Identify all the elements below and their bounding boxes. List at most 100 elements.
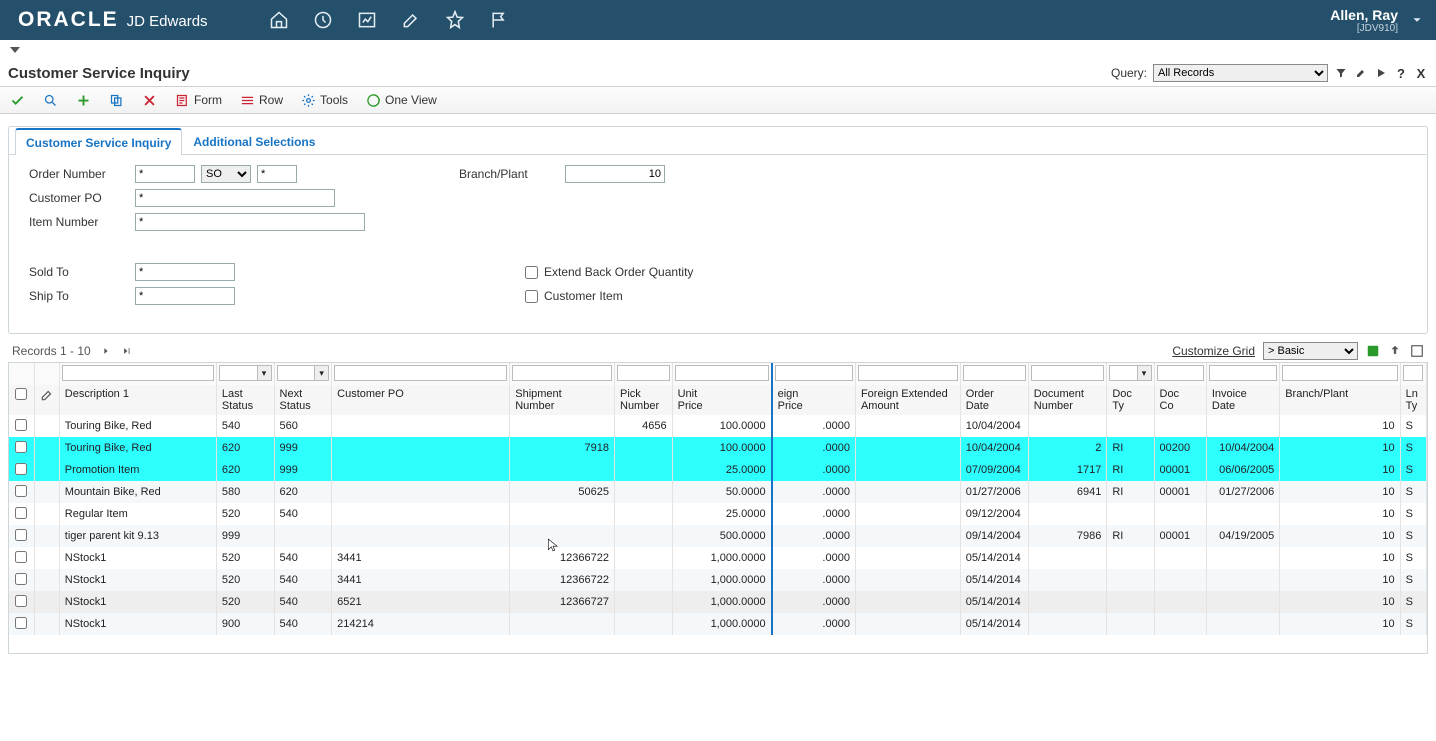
query-filter-icon[interactable] xyxy=(1334,66,1348,80)
filter-lnty-input[interactable] xyxy=(1403,365,1423,381)
row-checkbox[interactable] xyxy=(15,441,27,453)
chart-icon[interactable] xyxy=(356,9,378,31)
toolbar-copy-button[interactable] xyxy=(105,91,128,110)
col-foreignext[interactable]: Foreign ExtendedAmount xyxy=(861,388,955,412)
grid-mode-select[interactable]: > Basic xyxy=(1263,342,1358,360)
filter-unitprice-input[interactable] xyxy=(675,365,769,381)
table-row[interactable]: NStock15205403441123667221,000.0000.0000… xyxy=(9,547,1427,569)
filter-desc-input[interactable] xyxy=(62,365,214,381)
order-type-select[interactable]: SO xyxy=(201,165,251,183)
col-docco[interactable]: DocCo xyxy=(1160,388,1201,412)
order-number-input[interactable] xyxy=(135,165,195,183)
star-icon[interactable] xyxy=(444,9,466,31)
user-menu-chevron-icon[interactable] xyxy=(1406,9,1428,31)
col-lnty[interactable]: LnTy xyxy=(1406,388,1421,412)
col-eignprice[interactable]: eignPrice xyxy=(778,388,850,412)
row-checkbox[interactable] xyxy=(15,595,27,607)
user-area[interactable]: Allen, Ray [JDV910] xyxy=(1330,7,1428,34)
col-desc[interactable]: Description 1 xyxy=(65,388,211,400)
customize-grid-link[interactable]: Customize Grid xyxy=(1172,344,1255,358)
query-edit-icon[interactable] xyxy=(1354,66,1368,80)
filter-docty-dd-icon[interactable]: ▾ xyxy=(1138,365,1152,381)
col-docty[interactable]: DocTy xyxy=(1112,388,1148,412)
row-checkbox[interactable] xyxy=(15,573,27,585)
col-shipment[interactable]: ShipmentNumber xyxy=(515,388,609,412)
query-help-icon[interactable]: ? xyxy=(1394,66,1408,80)
item-number-input[interactable] xyxy=(135,213,365,231)
query-select[interactable]: All Records xyxy=(1153,64,1328,82)
table-row[interactable]: tiger parent kit 9.13999500.0000.000009/… xyxy=(9,525,1427,547)
row-actions-icon[interactable] xyxy=(40,388,54,402)
grid-upload-icon[interactable] xyxy=(1388,344,1402,358)
toolbar-form-button[interactable]: Form xyxy=(171,91,226,110)
col-laststatus[interactable]: LastStatus xyxy=(222,388,269,412)
extend-back-order-checkbox[interactable] xyxy=(525,266,538,279)
toolbar-oneview-button[interactable]: One View xyxy=(362,91,441,110)
toolbar-ok-button[interactable] xyxy=(6,91,29,110)
table-row[interactable]: Touring Bike, Red6209997918100.0000.0000… xyxy=(9,437,1427,459)
query-run-icon[interactable] xyxy=(1374,66,1388,80)
table-row[interactable]: Promotion Item62099925.0000.000007/09/20… xyxy=(9,459,1427,481)
edit-icon[interactable] xyxy=(400,9,422,31)
row-checkbox[interactable] xyxy=(15,551,27,563)
table-row[interactable]: NStock19005402142141,000.0000.000005/14/… xyxy=(9,613,1427,635)
customer-po-input[interactable] xyxy=(135,189,335,207)
filter-docnum-input[interactable] xyxy=(1031,365,1105,381)
col-docnum[interactable]: DocumentNumber xyxy=(1034,388,1102,412)
row-checkbox[interactable] xyxy=(15,463,27,475)
table-row[interactable]: Touring Bike, Red5405604656100.0000.0000… xyxy=(9,415,1427,437)
filter-branch-input[interactable] xyxy=(1282,365,1397,381)
order-company-input[interactable] xyxy=(257,165,297,183)
filter-customerpo-input[interactable] xyxy=(334,365,507,381)
filter-pick-input[interactable] xyxy=(617,365,670,381)
filter-laststatus-dd-icon[interactable]: ▾ xyxy=(258,365,272,381)
row-checkbox[interactable] xyxy=(15,529,27,541)
col-nextstatus[interactable]: NextStatus xyxy=(280,388,327,412)
grid-maximize-icon[interactable] xyxy=(1410,344,1424,358)
row-checkbox[interactable] xyxy=(15,617,27,629)
toolbar-tools-button[interactable]: Tools xyxy=(297,91,352,110)
toolbar-delete-button[interactable] xyxy=(138,91,161,110)
branch-plant-input[interactable] xyxy=(565,165,665,183)
col-branch[interactable]: Branch/Plant xyxy=(1285,388,1394,400)
col-customerpo[interactable]: Customer PO xyxy=(337,388,504,400)
home-icon[interactable] xyxy=(268,9,290,31)
sold-to-input[interactable] xyxy=(135,263,235,281)
grid-last-page-icon[interactable] xyxy=(121,346,133,356)
toolbar-add-button[interactable] xyxy=(72,91,95,110)
tab-additional-selections[interactable]: Additional Selections xyxy=(182,128,326,155)
col-invoicedate[interactable]: InvoiceDate xyxy=(1212,388,1274,412)
filter-nextstatus-input[interactable] xyxy=(277,365,316,381)
row-checkbox[interactable] xyxy=(15,419,27,431)
table-row[interactable]: Mountain Bike, Red5806205062550.0000.000… xyxy=(9,481,1427,503)
filter-invoicedate-input[interactable] xyxy=(1209,365,1277,381)
table-row[interactable]: Regular Item52054025.0000.000009/12/2004… xyxy=(9,503,1427,525)
select-all-checkbox[interactable] xyxy=(15,388,27,400)
filter-docty-input[interactable] xyxy=(1109,365,1137,381)
toolbar-find-button[interactable] xyxy=(39,91,62,110)
filter-nextstatus-dd-icon[interactable]: ▾ xyxy=(315,365,329,381)
filter-laststatus-input[interactable] xyxy=(219,365,258,381)
table-row[interactable]: NStock15205403441123667221,000.0000.0000… xyxy=(9,569,1427,591)
breadcrumb-caret-icon[interactable] xyxy=(10,47,20,53)
row-checkbox[interactable] xyxy=(15,507,27,519)
customer-item-checkbox[interactable] xyxy=(525,290,538,303)
col-pick[interactable]: PickNumber xyxy=(620,388,667,412)
grid-export-icon[interactable] xyxy=(1366,344,1380,358)
tab-customer-service-inquiry[interactable]: Customer Service Inquiry xyxy=(15,128,182,155)
grid-next-page-icon[interactable] xyxy=(101,346,111,356)
query-close-icon[interactable]: X xyxy=(1414,66,1428,80)
table-row[interactable]: NStock15205406521123667271,000.0000.0000… xyxy=(9,591,1427,613)
ship-to-input[interactable] xyxy=(135,287,235,305)
filter-foreignext-input[interactable] xyxy=(858,365,958,381)
filter-docco-input[interactable] xyxy=(1157,365,1204,381)
filter-eignprice-input[interactable] xyxy=(775,365,853,381)
flag-icon[interactable] xyxy=(488,9,510,31)
col-orderdate[interactable]: OrderDate xyxy=(966,388,1023,412)
toolbar-row-button[interactable]: Row xyxy=(236,91,287,110)
col-unitprice[interactable]: UnitPrice xyxy=(678,388,766,412)
recent-icon[interactable] xyxy=(312,9,334,31)
filter-orderdate-input[interactable] xyxy=(963,365,1026,381)
grid-horizontal-scrollbar[interactable] xyxy=(9,635,1427,653)
filter-shipment-input[interactable] xyxy=(512,365,612,381)
